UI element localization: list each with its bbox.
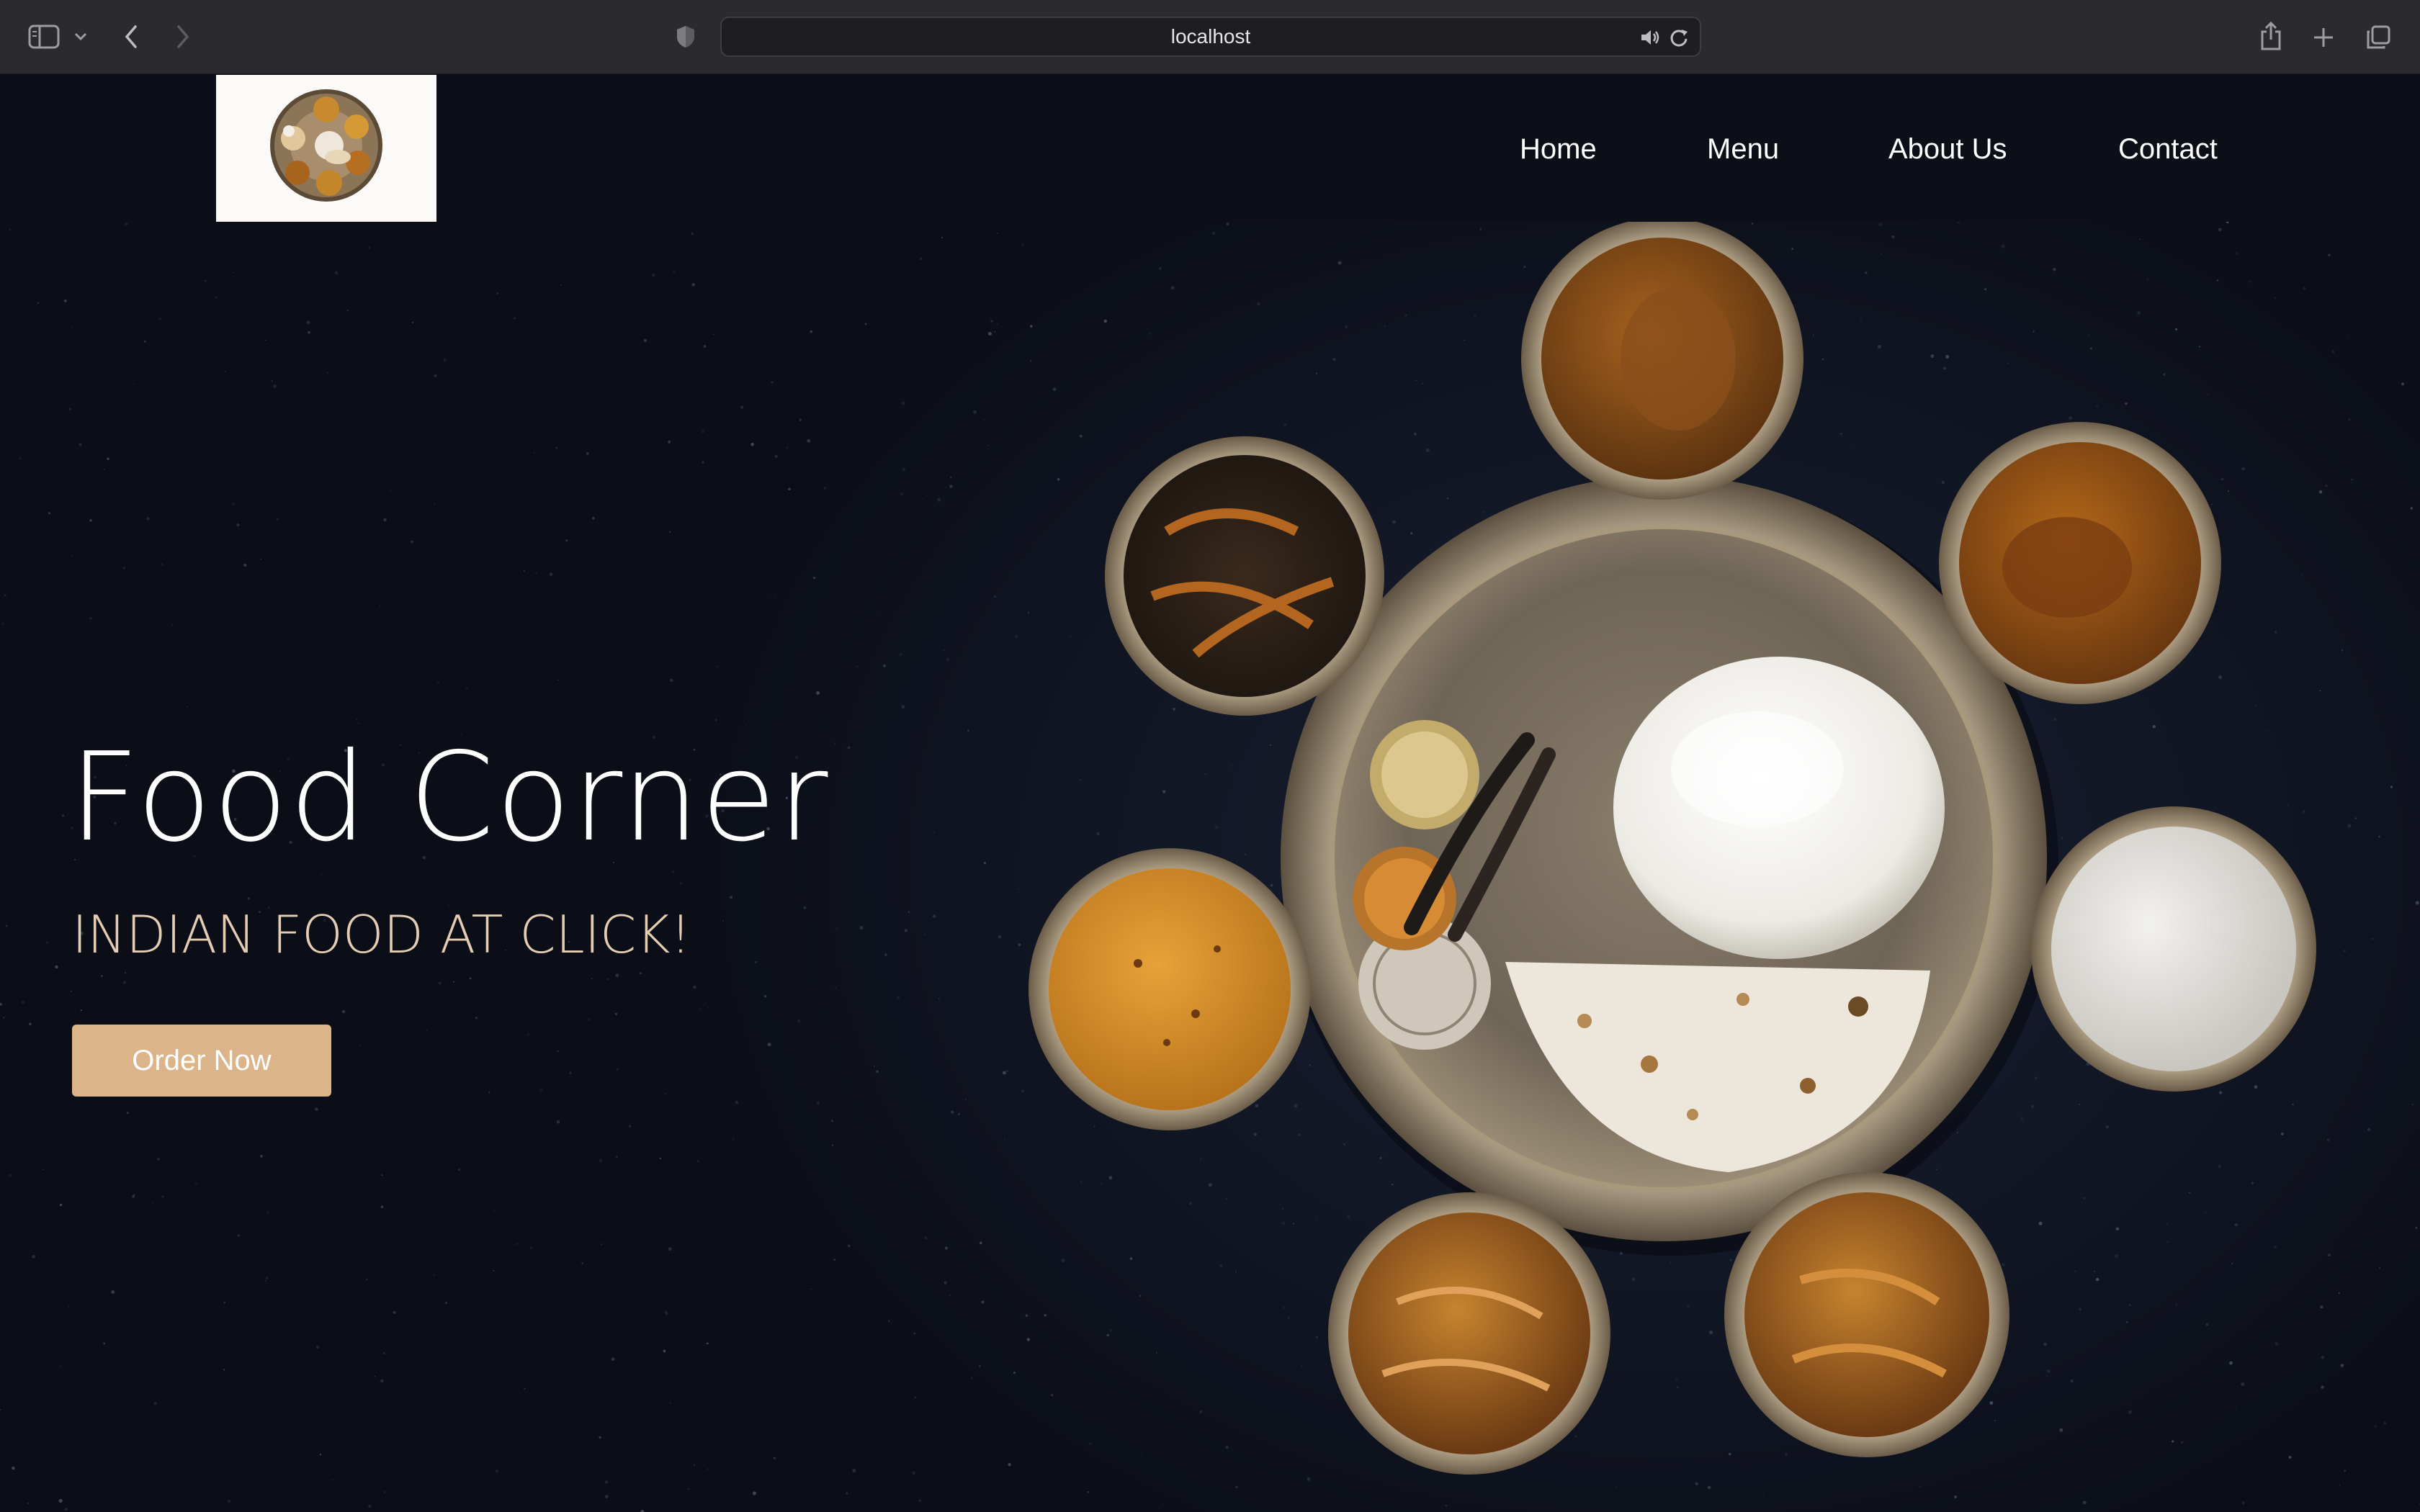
nav-link-menu[interactable]: Menu (1707, 129, 1779, 169)
hero-section: Food Corner INDIAN FOOD AT CLICK! Order … (0, 222, 2420, 1512)
url-text: localhost (1170, 25, 1251, 48)
nav-link-home[interactable]: Home (1520, 129, 1597, 169)
shield-icon[interactable] (671, 22, 700, 52)
hero-subtitle: INDIAN FOOD AT CLICK! (72, 904, 691, 965)
sidebar-icon[interactable] (26, 22, 62, 52)
chevron-left-icon[interactable] (115, 20, 147, 53)
chevron-down-icon[interactable] (69, 26, 92, 48)
thali-logo-icon (270, 89, 382, 202)
speaker-icon[interactable] (1638, 25, 1662, 50)
order-now-button[interactable]: Order Now (72, 1025, 331, 1097)
site-header: Home Menu About Us Contact (0, 75, 2420, 222)
share-icon[interactable] (2256, 17, 2286, 55)
logo[interactable] (216, 75, 436, 222)
nav-link-contact[interactable]: Contact (2118, 129, 2218, 169)
reload-icon[interactable] (1667, 25, 1691, 50)
nav-link-about-us[interactable]: About Us (1888, 129, 2007, 169)
hero-title: Food Corner (69, 726, 830, 869)
plus-icon[interactable] (2308, 22, 2339, 53)
chevron-right-icon[interactable] (167, 20, 199, 53)
address-bar[interactable]: localhost (720, 17, 1701, 57)
browser-toolbar: localhost (0, 0, 2420, 74)
tabs-overview-icon[interactable] (2362, 22, 2394, 53)
